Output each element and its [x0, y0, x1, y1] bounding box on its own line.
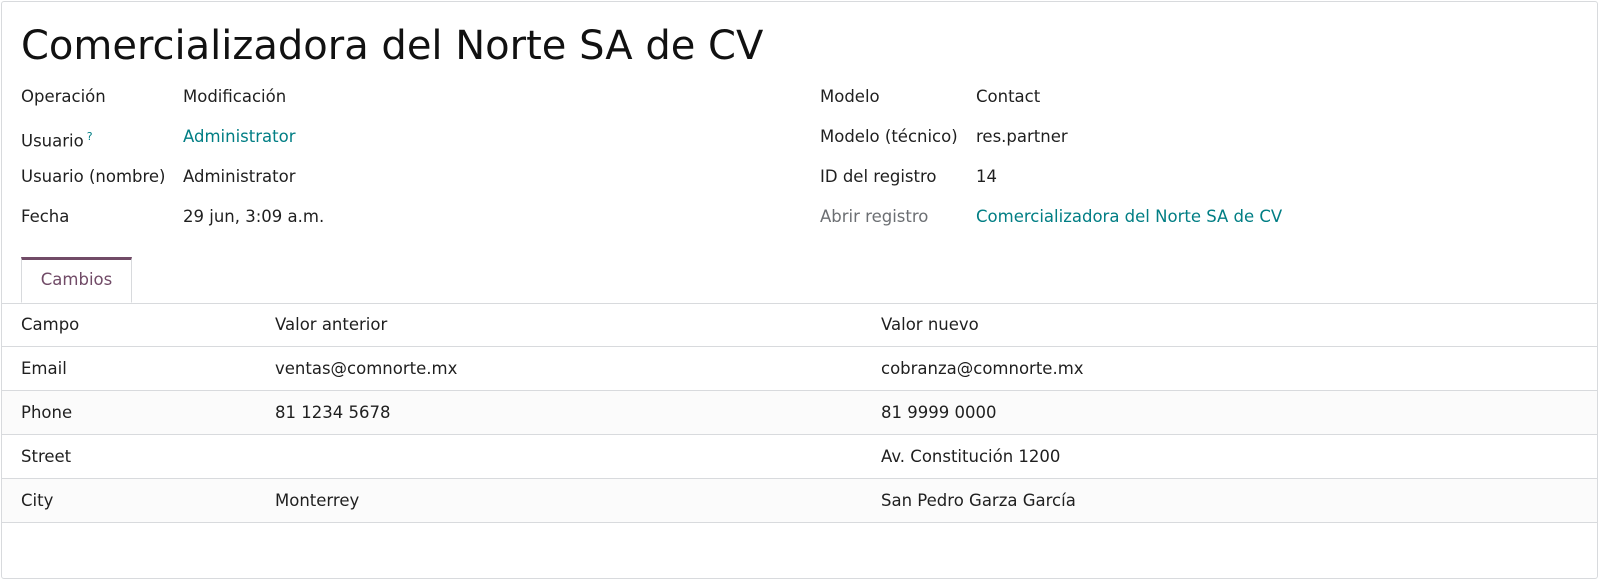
tab-changes[interactable]: Cambios — [21, 257, 132, 303]
new-value-cell: 81 9999 0000 — [881, 403, 997, 422]
changes-table: Campo Valor anterior Valor nuevo Email v… — [2, 303, 1597, 523]
model-value: Contact — [976, 87, 1041, 106]
help-icon[interactable]: ? — [87, 130, 93, 143]
column-header-field: Campo — [21, 315, 80, 334]
operation-label: Operación — [21, 87, 106, 106]
user-label: Usuario? — [21, 126, 93, 153]
old-value-cell: Monterrey — [275, 491, 360, 510]
field-name-cell: Email — [21, 359, 67, 378]
open-record-label: Abrir registro — [820, 207, 929, 226]
new-value-cell: Av. Constitución 1200 — [881, 447, 1061, 466]
new-value-cell: cobranza@comnorte.mx — [881, 359, 1084, 378]
table-row[interactable]: Phone 81 1234 5678 81 9999 0000 — [2, 391, 1597, 435]
field-name-cell: City — [21, 491, 54, 510]
user-name-value: Administrator — [183, 167, 296, 186]
record-id-value: 14 — [976, 167, 997, 186]
new-value-cell: San Pedro Garza García — [881, 491, 1076, 510]
operation-value: Modificación — [183, 87, 287, 106]
user-link[interactable]: Administrator — [183, 126, 295, 148]
table-row[interactable]: Email ventas@comnorte.mx cobranza@comnor… — [2, 347, 1597, 391]
old-value-cell: 81 1234 5678 — [275, 403, 391, 422]
column-header-new-value: Valor nuevo — [881, 315, 979, 334]
technical-model-label: Modelo (técnico) — [820, 127, 958, 146]
old-value-cell: ventas@comnorte.mx — [275, 359, 458, 378]
date-value: 29 jun, 3:09 a.m. — [183, 207, 325, 226]
date-label: Fecha — [21, 207, 70, 226]
table-header-row: Campo Valor anterior Valor nuevo — [2, 303, 1597, 347]
model-label: Modelo — [820, 87, 880, 106]
user-label-text: Usuario — [21, 131, 84, 151]
page-title: Comercializadora del Norte SA de CV — [21, 23, 764, 69]
open-record-link[interactable]: Comercializadora del Norte SA de CV — [976, 206, 1282, 228]
tab-bar: Cambios — [2, 257, 1597, 304]
technical-model-value: res.partner — [976, 127, 1068, 146]
record-id-label: ID del registro — [820, 167, 937, 186]
field-name-cell: Street — [21, 447, 72, 466]
table-row[interactable]: City Monterrey San Pedro Garza García — [2, 479, 1597, 523]
user-name-label: Usuario (nombre) — [21, 167, 166, 186]
column-header-old-value: Valor anterior — [275, 315, 388, 334]
field-name-cell: Phone — [21, 403, 73, 422]
table-row[interactable]: Street Av. Constitución 1200 — [2, 435, 1597, 479]
audit-log-form: Comercializadora del Norte SA de CV Oper… — [1, 1, 1598, 579]
